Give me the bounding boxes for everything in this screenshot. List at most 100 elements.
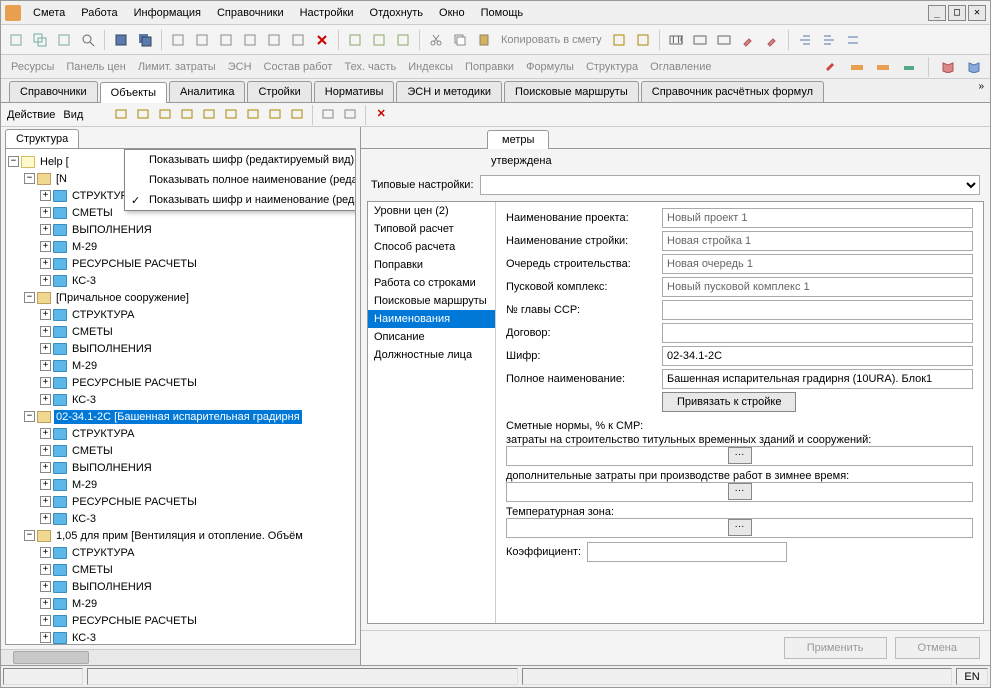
truck-icon-2[interactable] (873, 58, 893, 76)
tree-toggle-icon[interactable]: − (24, 411, 35, 422)
toolbar-btn-6[interactable] (167, 29, 189, 51)
toolbar-btn-7[interactable] (191, 29, 213, 51)
actionbar-btn-4[interactable] (177, 105, 197, 123)
tree-label[interactable]: М-29 (70, 240, 99, 254)
tree-label[interactable]: ВЫПОЛНЕНИЯ (70, 580, 154, 594)
actionbar-btn-1[interactable] (111, 105, 131, 123)
save-icon[interactable] (110, 29, 132, 51)
scrollbar-thumb[interactable] (13, 651, 89, 664)
car-icon[interactable] (899, 58, 919, 76)
tree-label[interactable]: СМЕТЫ (70, 325, 115, 339)
paste-icon[interactable] (473, 29, 495, 51)
menu-smeta[interactable]: Смета (25, 5, 73, 21)
input-fullname[interactable] (662, 369, 973, 389)
actionbar-btn-9[interactable] (287, 105, 307, 123)
input-stroyka[interactable] (662, 231, 973, 251)
menu-rabota[interactable]: Работа (73, 5, 125, 21)
right-tab-parametry[interactable]: метры (487, 130, 549, 149)
nav-item[interactable]: Должностные лица (368, 346, 495, 364)
tree-node[interactable]: +РЕСУРСНЫЕ РАСЧЕТЫ (8, 374, 353, 391)
ctx-item-fullname[interactable]: Показывать полное наименование (редактир… (125, 170, 356, 190)
indent-left-icon[interactable] (794, 29, 816, 51)
actionbar-btn-7[interactable] (243, 105, 263, 123)
tree-node[interactable]: +М-29 (8, 357, 353, 374)
tree-label[interactable]: СТРУКТУРА (70, 427, 136, 441)
toolbar-btn-11[interactable] (287, 29, 309, 51)
toolbar-btn-8[interactable] (215, 29, 237, 51)
tree-label[interactable]: РЕСУРСНЫЕ РАСЧЕТЫ (70, 257, 199, 271)
tree-horizontal-scrollbar[interactable] (1, 649, 360, 665)
tree-toggle-icon[interactable]: + (40, 275, 51, 286)
tree-node[interactable]: + СТРУКТУРА (8, 425, 353, 442)
cancel-button[interactable]: Отмена (895, 637, 980, 659)
input-dogovor[interactable] (662, 323, 973, 343)
link-popravki[interactable]: Поправки (461, 61, 518, 73)
tree-toggle-icon[interactable]: − (24, 292, 35, 303)
link-panel-cen[interactable]: Панель цен (62, 61, 129, 73)
tree-label[interactable]: КС-3 (70, 274, 98, 288)
input-glava[interactable] (662, 300, 973, 320)
tree-toggle-icon[interactable]: + (40, 615, 51, 626)
nav-item[interactable]: Поправки (368, 256, 495, 274)
tree-toggle-icon[interactable]: + (40, 428, 51, 439)
tree-node[interactable]: +СМЕТЫ (8, 442, 353, 459)
tree-toggle-icon[interactable]: + (40, 462, 51, 473)
tree-label[interactable]: СМЕТЫ (70, 206, 115, 220)
tree-toggle-icon[interactable]: + (40, 343, 51, 354)
nav-item[interactable]: Поисковые маршруты (368, 292, 495, 310)
tree-label[interactable]: [Причальное сооружение] (54, 291, 191, 305)
nav-item[interactable]: Работа со строками (368, 274, 495, 292)
tree-toggle-icon[interactable]: + (40, 598, 51, 609)
tree-node[interactable]: + ВЫПОЛНЕНИЯ (8, 578, 353, 595)
actionbar-btn-5[interactable] (199, 105, 219, 123)
nav-item[interactable]: Описание (368, 328, 495, 346)
tree-label[interactable]: СМЕТЫ (70, 444, 115, 458)
tree-toggle-icon[interactable]: + (40, 632, 51, 643)
search-icon[interactable] (77, 29, 99, 51)
tree-node[interactable]: + М-29 (8, 238, 353, 255)
tree-label[interactable]: РЕСУРСНЫЕ РАСЧЕТЫ (70, 614, 199, 628)
tree-toggle-icon[interactable]: + (40, 309, 51, 320)
tab-normativy[interactable]: Нормативы (314, 81, 395, 102)
tree-node[interactable]: +ВЫПОЛНЕНИЯ (8, 459, 353, 476)
ellipsis-titul[interactable]: ··· (728, 447, 752, 464)
actionbar-btn-3[interactable] (155, 105, 175, 123)
tree-label[interactable]: КС-3 (70, 631, 98, 645)
tree-toggle-icon[interactable]: + (40, 394, 51, 405)
tab-esn-metodiki[interactable]: ЭСН и методики (396, 81, 502, 102)
tree-node[interactable]: +ВЫПОЛНЕНИЯ (8, 221, 353, 238)
link-indeksy[interactable]: Индексы (404, 61, 457, 73)
actionbar-btn-10[interactable] (318, 105, 338, 123)
toolbar-btn-3[interactable] (53, 29, 75, 51)
menu-pomosch[interactable]: Помощь (473, 5, 532, 21)
tree-toggle-icon[interactable]: − (24, 530, 35, 541)
tree-toggle-icon[interactable]: + (40, 241, 51, 252)
tab-obyekty[interactable]: Объекты (100, 82, 167, 103)
tree-toggle-icon[interactable]: + (40, 377, 51, 388)
tree-node[interactable]: +СМЕТЫ (8, 323, 353, 340)
tree-toggle-icon[interactable]: + (40, 258, 51, 269)
tree-label[interactable]: СТРУКТУРА (70, 308, 136, 322)
nav-item[interactable]: Способ расчета (368, 238, 495, 256)
actionbar-btn-8[interactable] (265, 105, 285, 123)
tree-node[interactable]: +М-29 (8, 595, 353, 612)
delete-icon[interactable] (311, 29, 333, 51)
toolbar-nc-btn-3[interactable] (713, 29, 735, 51)
tree-toggle-icon[interactable]: + (40, 479, 51, 490)
input-komplex[interactable] (662, 277, 973, 297)
actionbar-btn-11[interactable] (340, 105, 360, 123)
tree-toggle-icon[interactable]: + (40, 581, 51, 592)
status-language[interactable]: EN (956, 668, 988, 685)
tree-label[interactable]: СМЕТЫ (70, 563, 115, 577)
tree-label[interactable]: М-29 (70, 478, 99, 492)
tree-toggle-icon[interactable]: + (40, 360, 51, 371)
toolbar-brush-icon-2[interactable] (761, 29, 783, 51)
maximize-button[interactable]: □ (948, 5, 966, 21)
close-button[interactable]: ✕ (968, 5, 986, 21)
tree-toggle-icon[interactable]: + (40, 547, 51, 558)
toolbar-btn-14[interactable] (368, 29, 390, 51)
link-tech[interactable]: Тех. часть (340, 61, 400, 73)
tree-node[interactable]: +ВЫПОЛНЕНИЯ (8, 340, 353, 357)
tree-node[interactable]: +КС-3 (8, 391, 353, 408)
toolbar-btn-15[interactable] (392, 29, 414, 51)
